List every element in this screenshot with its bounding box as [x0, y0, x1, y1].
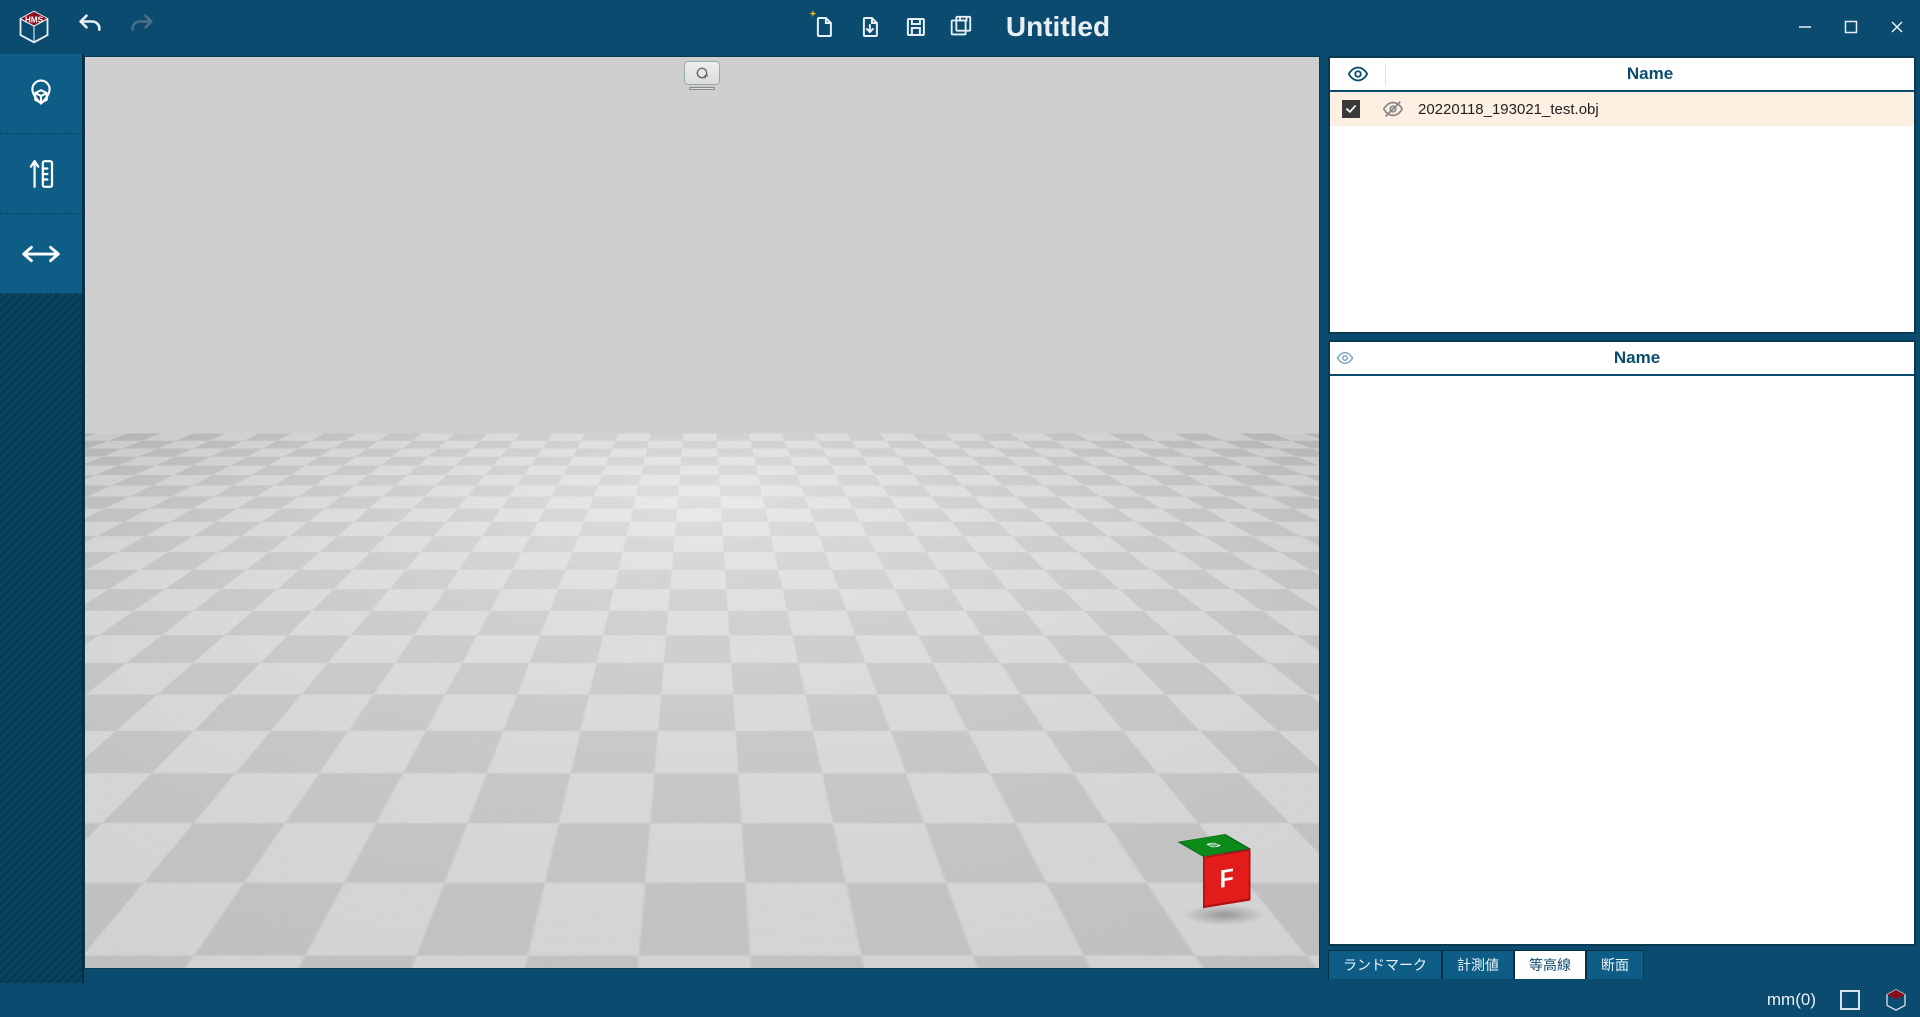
right-panel: Name 20220118_193021_test.obj Name: [1326, 54, 1920, 983]
left-toolbar: [0, 54, 84, 983]
object-row[interactable]: 20220118_193021_test.obj: [1330, 92, 1914, 126]
status-logo-icon: [1884, 988, 1908, 1012]
object-row-visibility-toggle[interactable]: [1372, 98, 1414, 120]
tab-contour[interactable]: 等高線: [1514, 950, 1586, 979]
tool-resize-button[interactable]: [0, 214, 82, 294]
orientation-cube[interactable]: S R F: [1171, 838, 1261, 928]
tab-measure[interactable]: 計測値: [1442, 950, 1514, 979]
window-minimize-button[interactable]: [1782, 7, 1828, 47]
units-label: mm(0): [1767, 990, 1816, 1010]
app-logo-icon: HMS: [16, 9, 52, 45]
tab-landmark[interactable]: ランドマーク: [1328, 950, 1442, 979]
tool-view-button[interactable]: [0, 54, 82, 134]
detail-visibility-column-header[interactable]: [1330, 349, 1360, 367]
save-all-button[interactable]: [948, 13, 976, 41]
save-button[interactable]: [902, 13, 930, 41]
main-area: S R F Name 20220118_: [0, 54, 1920, 983]
titlebar: HMS Untitled: [0, 0, 1920, 54]
new-file-button[interactable]: [810, 13, 838, 41]
open-file-button[interactable]: [856, 13, 884, 41]
viewport-3d[interactable]: S R F: [84, 56, 1320, 969]
detail-list-header: Name: [1330, 342, 1914, 376]
detail-tabs: ランドマーク 計測値 等高線 断面: [1326, 950, 1920, 983]
object-list-panel: Name 20220118_193021_test.obj: [1328, 56, 1916, 334]
tab-section[interactable]: 断面: [1586, 950, 1644, 979]
undo-button[interactable]: [76, 11, 104, 44]
window-maximize-button[interactable]: [1828, 7, 1874, 47]
cube-face-front[interactable]: F: [1203, 849, 1251, 908]
window-close-button[interactable]: [1874, 7, 1920, 47]
tool-measure-button[interactable]: [0, 134, 82, 214]
statusbar: mm(0): [0, 983, 1920, 1017]
ground-plane: [84, 434, 1320, 969]
svg-text:HMS: HMS: [25, 16, 44, 25]
detail-name-column-header[interactable]: Name: [1360, 348, 1914, 368]
viewport-container: S R F: [84, 54, 1326, 983]
visibility-column-header[interactable]: [1330, 63, 1386, 85]
stop-icon[interactable]: [1840, 990, 1860, 1010]
detail-list-panel: Name: [1328, 340, 1916, 946]
object-row-name: 20220118_193021_test.obj: [1414, 101, 1914, 118]
name-column-header[interactable]: Name: [1386, 64, 1914, 84]
viewport-rotate-handle[interactable]: [684, 61, 720, 85]
document-title: Untitled: [1006, 11, 1110, 43]
object-row-checkbox[interactable]: [1330, 100, 1372, 118]
redo-button[interactable]: [128, 11, 156, 44]
object-list-header: Name: [1330, 58, 1914, 92]
